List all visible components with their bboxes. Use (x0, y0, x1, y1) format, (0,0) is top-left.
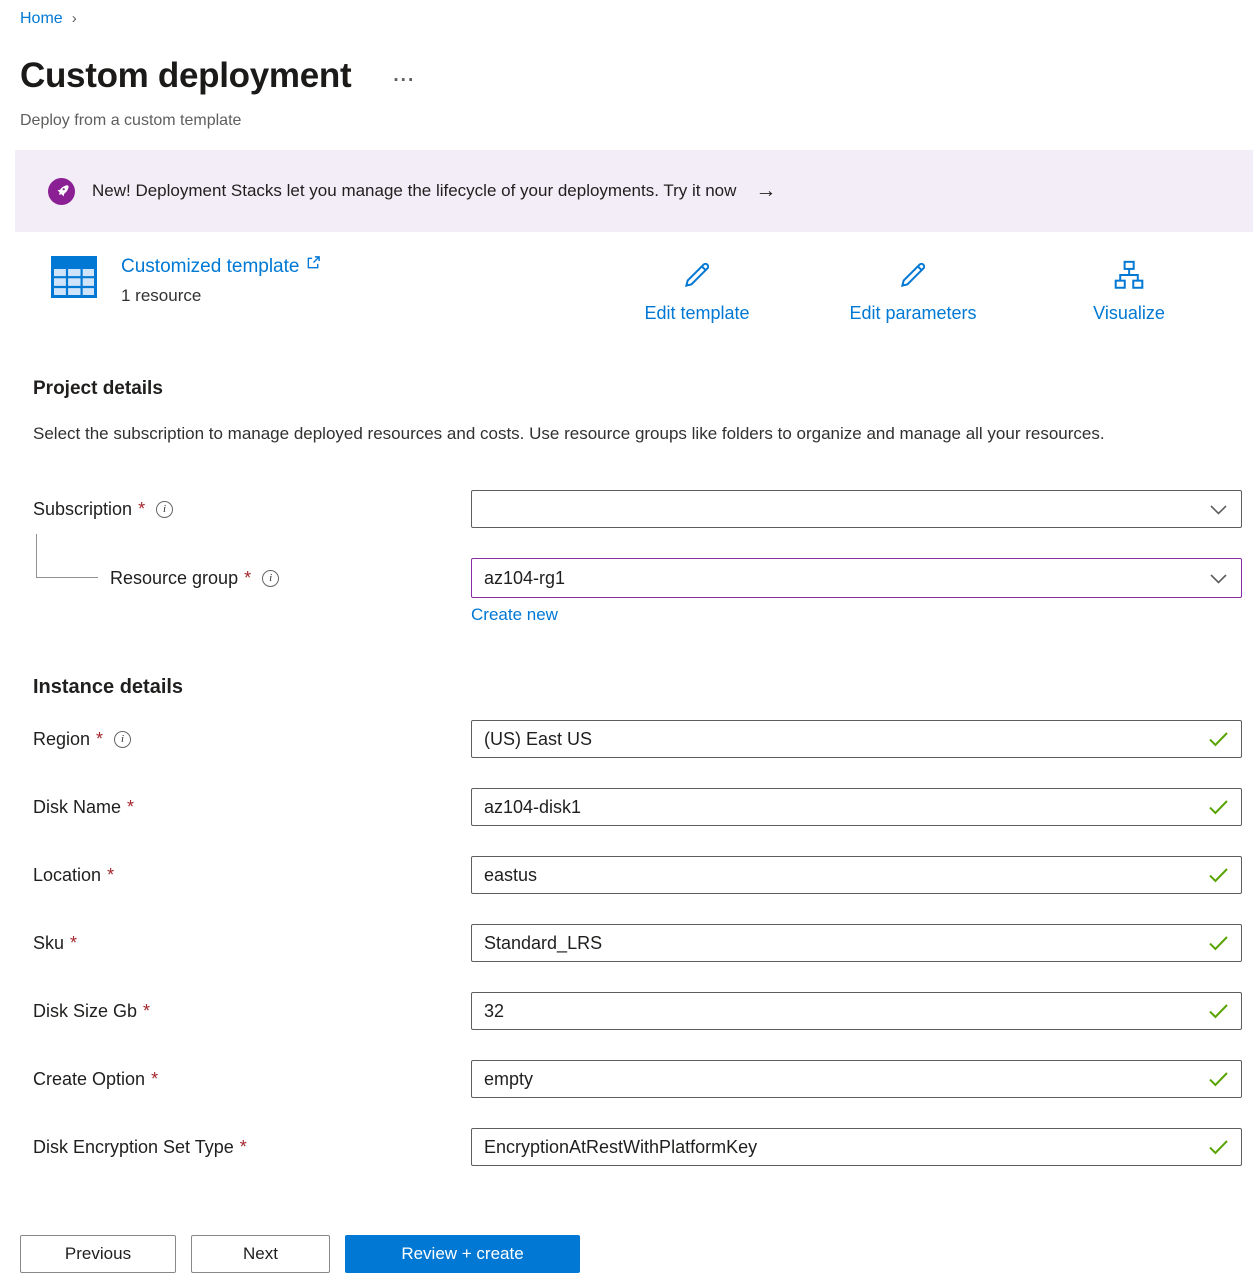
visualize-button[interactable]: Visualize (1054, 258, 1204, 324)
create-option-label: Create Option (33, 1069, 145, 1090)
customized-template-link[interactable]: Customized template (121, 254, 299, 279)
more-options-icon[interactable]: ··· (393, 70, 415, 92)
location-input[interactable] (471, 856, 1242, 894)
required-asterisk: * (143, 1001, 150, 1022)
edit-parameters-label: Edit parameters (849, 303, 976, 324)
required-asterisk: * (151, 1069, 158, 1090)
valid-check-icon (1208, 1071, 1229, 1087)
subscription-label: Subscription (33, 499, 132, 520)
chevron-down-icon (1210, 568, 1227, 589)
previous-button[interactable]: Previous (20, 1235, 176, 1273)
location-label: Location (33, 865, 101, 886)
valid-check-icon (1208, 935, 1229, 951)
disk-encryption-input[interactable] (471, 1128, 1242, 1166)
pencil-icon (895, 258, 931, 297)
template-actions: Edit template Edit parameters Visualize (622, 254, 1204, 324)
next-button[interactable]: Next (191, 1235, 330, 1273)
valid-check-icon (1208, 731, 1229, 747)
page-title: Custom deployment (20, 54, 351, 98)
disk-size-label-cell: Disk Size Gb * (33, 1001, 471, 1022)
resource-group-field-row: Resource group * i az104-rg1 (33, 558, 1242, 598)
valid-check-icon (1208, 867, 1229, 883)
valid-check-icon (1208, 1139, 1229, 1155)
disk-encryption-label: Disk Encryption Set Type (33, 1137, 234, 1158)
rocket-icon (48, 178, 75, 205)
resource-group-label-cell: Resource group * i (33, 568, 471, 589)
resource-group-value: az104-rg1 (484, 568, 565, 589)
create-option-input[interactable] (471, 1060, 1242, 1098)
region-label-cell: Region * i (33, 729, 471, 750)
sku-field-row: Sku * (33, 924, 1242, 962)
project-details-heading: Project details (33, 376, 1253, 402)
required-asterisk: * (127, 797, 134, 818)
required-asterisk: * (240, 1137, 247, 1158)
hierarchy-icon (1111, 258, 1147, 297)
region-input[interactable] (471, 720, 1242, 758)
subscription-label-cell: Subscription * i (33, 499, 471, 520)
sku-input[interactable] (471, 924, 1242, 962)
arrow-right-icon: → (755, 179, 776, 203)
template-summary-row: Customized template 1 resource Edit temp… (51, 254, 1253, 324)
edit-parameters-button[interactable]: Edit parameters (838, 258, 988, 324)
template-resource-count: 1 resource (121, 286, 321, 306)
required-asterisk: * (244, 568, 251, 589)
visualize-label: Visualize (1093, 303, 1165, 324)
resource-group-label: Resource group (110, 568, 238, 589)
region-field-row: Region * i (33, 720, 1242, 758)
edit-template-label: Edit template (644, 303, 749, 324)
subscription-dropdown[interactable] (471, 490, 1242, 528)
valid-check-icon (1208, 799, 1229, 815)
subscription-field-row: Subscription * i (33, 490, 1242, 528)
disk-size-input[interactable] (471, 992, 1242, 1030)
tree-connector-line (36, 534, 98, 578)
review-create-button[interactable]: Review + create (345, 1235, 580, 1273)
region-label: Region (33, 729, 90, 750)
required-asterisk: * (96, 729, 103, 750)
resource-group-dropdown[interactable]: az104-rg1 (471, 558, 1242, 598)
create-new-link[interactable]: Create new (471, 605, 558, 625)
disk-encryption-field-row: Disk Encryption Set Type * (33, 1128, 1242, 1166)
info-icon[interactable]: i (262, 570, 279, 587)
create-option-field-row: Create Option * (33, 1060, 1242, 1098)
sku-label: Sku (33, 933, 64, 954)
disk-name-label-cell: Disk Name * (33, 797, 471, 818)
instance-details-heading: Instance details (33, 673, 1253, 701)
required-asterisk: * (138, 499, 145, 520)
disk-size-field-row: Disk Size Gb * (33, 992, 1242, 1030)
breadcrumb-separator-icon: › (72, 8, 77, 30)
chevron-down-icon (1210, 499, 1227, 520)
footer-action-bar: Previous Next Review + create (0, 1208, 1253, 1280)
location-label-cell: Location * (33, 865, 471, 886)
info-icon[interactable]: i (156, 501, 173, 518)
disk-name-input[interactable] (471, 788, 1242, 826)
pencil-icon (679, 258, 715, 297)
required-asterisk: * (107, 865, 114, 886)
deployment-stacks-banner[interactable]: New! Deployment Stacks let you manage th… (15, 150, 1253, 232)
edit-template-button[interactable]: Edit template (622, 258, 772, 324)
project-details-description: Select the subscription to manage deploy… (33, 420, 1188, 447)
external-link-icon[interactable] (306, 255, 321, 270)
banner-message: New! Deployment Stacks let you manage th… (92, 181, 736, 201)
disk-size-label: Disk Size Gb (33, 1001, 137, 1022)
breadcrumb: Home › (0, 0, 1253, 30)
page-subtitle: Deploy from a custom template (0, 110, 1253, 132)
create-option-label-cell: Create Option * (33, 1069, 471, 1090)
template-text: Customized template 1 resource (121, 254, 321, 306)
disk-encryption-label-cell: Disk Encryption Set Type * (33, 1137, 471, 1158)
template-info: Customized template 1 resource (51, 254, 321, 306)
sku-label-cell: Sku * (33, 933, 471, 954)
disk-name-label: Disk Name (33, 797, 121, 818)
valid-check-icon (1208, 1003, 1229, 1019)
title-row: Custom deployment ··· (0, 54, 1253, 98)
info-icon[interactable]: i (114, 731, 131, 748)
template-icon (51, 256, 97, 298)
custom-deployment-page: Home › Custom deployment ··· Deploy from… (0, 0, 1253, 1166)
breadcrumb-home-link[interactable]: Home (20, 8, 63, 30)
required-asterisk: * (70, 933, 77, 954)
location-field-row: Location * (33, 856, 1242, 894)
disk-name-field-row: Disk Name * (33, 788, 1242, 826)
